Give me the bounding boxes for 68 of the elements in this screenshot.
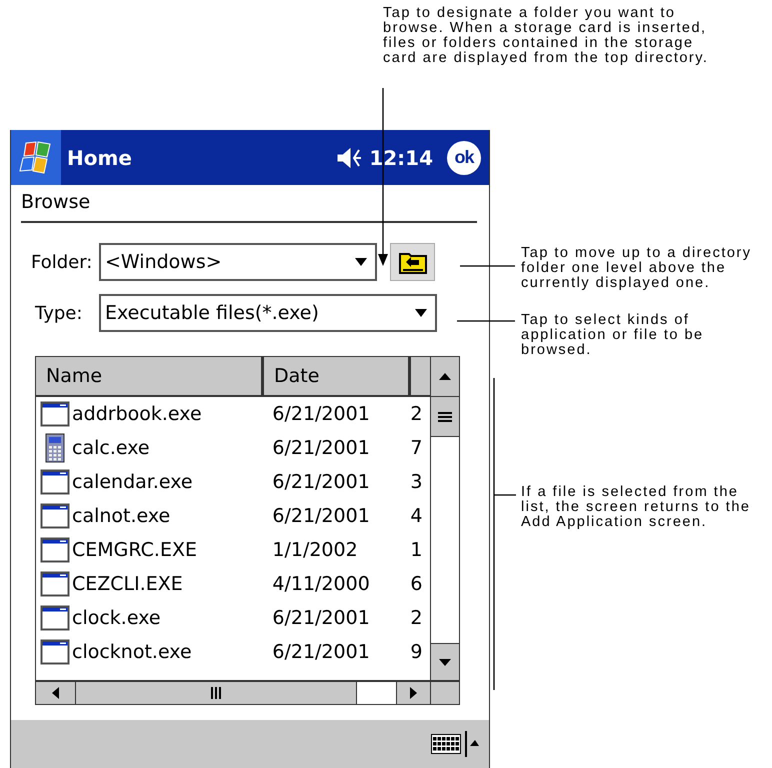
table-cell-text: 2: [409, 403, 424, 425]
callout-text: Tap to designate a folder you want to browse. When a storage card is inserted, files or folders contained in the storage card are displayed from the top directory.: [383, 6, 708, 66]
scroll-left-button[interactable]: [36, 682, 76, 704]
table-cell-text: 1: [409, 539, 424, 561]
up-folder-button[interactable]: [390, 243, 435, 281]
callout-text: Tap to select kinds of application or file to be browsed.: [521, 313, 704, 358]
leader-line: [457, 320, 515, 322]
leader-line: [460, 265, 515, 267]
caret-icon: [355, 258, 367, 266]
vertical-scrollbar[interactable]: [430, 357, 459, 680]
table-cell-text: 4: [409, 505, 424, 527]
caret-up-icon[interactable]: [465, 731, 479, 757]
start-button[interactable]: [11, 130, 61, 185]
file-name[interactable]: clocknot.exe: [72, 641, 192, 663]
file-name[interactable]: CEMGRC.EXE: [72, 539, 197, 561]
window-icon: [40, 537, 70, 563]
window-icon: [40, 401, 70, 427]
ok-button[interactable]: ok: [447, 140, 481, 174]
file-name[interactable]: calc.exe: [72, 437, 150, 459]
scroll-up-button[interactable]: [431, 357, 459, 397]
file-date: 4/11/2000: [271, 573, 371, 595]
caret-icon: [415, 309, 427, 317]
folder-up-icon: [398, 250, 426, 274]
table-cell-text: 7: [409, 437, 424, 459]
file-name[interactable]: calendar.exe: [72, 471, 193, 493]
file-date: 1/1/2002: [271, 539, 359, 561]
file-date: 6/21/2001: [271, 505, 371, 527]
keyboard-icon[interactable]: [431, 734, 461, 754]
column-header[interactable]: Name: [36, 357, 264, 395]
folder-label: Folder:: [30, 252, 94, 272]
file-date: 6/21/2001: [271, 403, 371, 425]
folder-dropdown[interactable]: <Windows>: [99, 243, 377, 281]
grip-icon: [211, 687, 221, 700]
table-cell-text: 2: [409, 607, 424, 629]
file-name[interactable]: clock.exe: [72, 607, 161, 629]
grip-icon: [438, 412, 452, 422]
page-heading: Browse: [20, 190, 92, 215]
scroll-thumb[interactable]: [76, 682, 357, 704]
scroll-right-button[interactable]: [396, 682, 430, 704]
table-cell-text: 3: [409, 471, 424, 493]
window-icon: [40, 605, 70, 631]
scroll-down-button[interactable]: [431, 643, 459, 680]
down-arrow-icon: [439, 658, 452, 666]
left-arrow-icon: [52, 687, 59, 700]
callout-text: If a file is selected from the list, the screen returns to the Add Application screen.: [521, 485, 750, 530]
up-arrow-icon: [439, 373, 452, 380]
window-icon: [40, 639, 70, 665]
file-date: 6/21/2001: [271, 437, 371, 459]
file-date: 6/21/2001: [271, 607, 371, 629]
column-header[interactable]: Date: [264, 357, 411, 395]
table-cell-text: 9: [409, 641, 424, 663]
file-name[interactable]: addrbook.exe: [72, 403, 202, 425]
horizontal-scrollbar[interactable]: [36, 680, 459, 704]
callout-text: Tap to move up to a directory folder one level above the currently displayed one.: [521, 246, 752, 291]
table-cell-text: 6: [409, 573, 424, 595]
window-title: Home: [67, 146, 133, 170]
window-icon: [40, 571, 70, 597]
type-label: Type:: [34, 302, 84, 324]
right-arrow-icon: [410, 687, 417, 700]
scroll-thumb[interactable]: [431, 397, 459, 437]
type-dropdown[interactable]: Executable files(*.exe): [99, 294, 437, 332]
file-name[interactable]: CEZCLI.EXE: [72, 573, 183, 595]
window-icon: [40, 469, 70, 495]
file-date: 6/21/2001: [271, 641, 371, 663]
speaker-icon[interactable]: [337, 146, 364, 168]
file-date: 6/21/2001: [271, 471, 371, 493]
file-name[interactable]: calnot.exe: [72, 505, 170, 527]
window-icon: [40, 503, 70, 529]
